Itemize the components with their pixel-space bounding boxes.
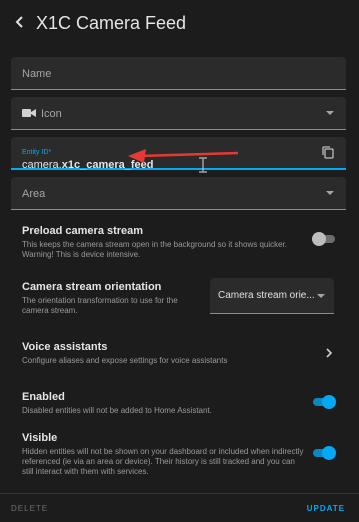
caret-down-icon <box>326 191 334 195</box>
enabled-description: Disabled entities will not be added to H… <box>22 406 212 415</box>
preload-title: Preload camera stream <box>22 225 144 237</box>
dialog-footer: DELETE UPDATE <box>0 493 359 522</box>
delete-button[interactable]: DELETE <box>11 504 48 513</box>
voice-assistants-setting[interactable]: Voice assistants Configure aliases and e… <box>22 341 312 366</box>
preload-description: This keeps the camera stream open in the… <box>22 240 288 259</box>
icon-field[interactable]: Icon <box>11 97 346 130</box>
enabled-title: Enabled <box>22 391 65 403</box>
video-icon <box>22 109 36 117</box>
orientation-select[interactable]: Camera stream orie... <box>210 278 334 314</box>
preload-setting: Preload camera stream This keeps the cam… <box>22 225 290 260</box>
area-field[interactable]: Area <box>11 177 346 210</box>
visible-setting: Visible Hidden entities will not be show… <box>22 432 306 477</box>
visible-title: Visible <box>22 432 58 444</box>
orientation-selected-value: Camera stream orie... <box>218 290 315 301</box>
visible-toggle[interactable] <box>312 446 336 460</box>
copy-icon[interactable] <box>322 146 334 159</box>
orientation-title: Camera stream orientation <box>22 281 162 293</box>
caret-down-icon <box>317 293 325 298</box>
entity-id-field[interactable]: Entity ID* camera.x1c_camera_feed <box>11 137 346 171</box>
name-field-label: Name <box>22 68 52 80</box>
enabled-toggle[interactable] <box>312 395 336 409</box>
update-button[interactable]: UPDATE <box>307 504 345 513</box>
entity-id-value[interactable]: camera.x1c_camera_feed <box>22 159 154 171</box>
entity-id-label: Entity ID* <box>22 149 52 156</box>
preload-toggle[interactable] <box>312 232 336 246</box>
page-title: X1C Camera Feed <box>36 13 187 33</box>
dialog-header: X1C Camera Feed <box>0 0 359 48</box>
enabled-setting: Enabled Disabled entities will not be ad… <box>22 391 302 416</box>
orientation-setting: Camera stream orientation The orientatio… <box>22 281 202 316</box>
chevron-right-icon[interactable] <box>324 347 334 359</box>
visible-description: Hidden entities will not be shown on you… <box>22 447 304 476</box>
name-field[interactable]: Name <box>11 57 346 90</box>
caret-down-icon <box>326 111 334 115</box>
orientation-description: The orientation transformation to use fo… <box>22 296 178 315</box>
back-arrow-icon[interactable] <box>12 14 28 30</box>
voice-title: Voice assistants <box>22 341 108 353</box>
area-field-label: Area <box>22 188 46 200</box>
voice-description: Configure aliases and expose settings fo… <box>22 356 228 365</box>
icon-field-label: Icon <box>41 108 62 120</box>
